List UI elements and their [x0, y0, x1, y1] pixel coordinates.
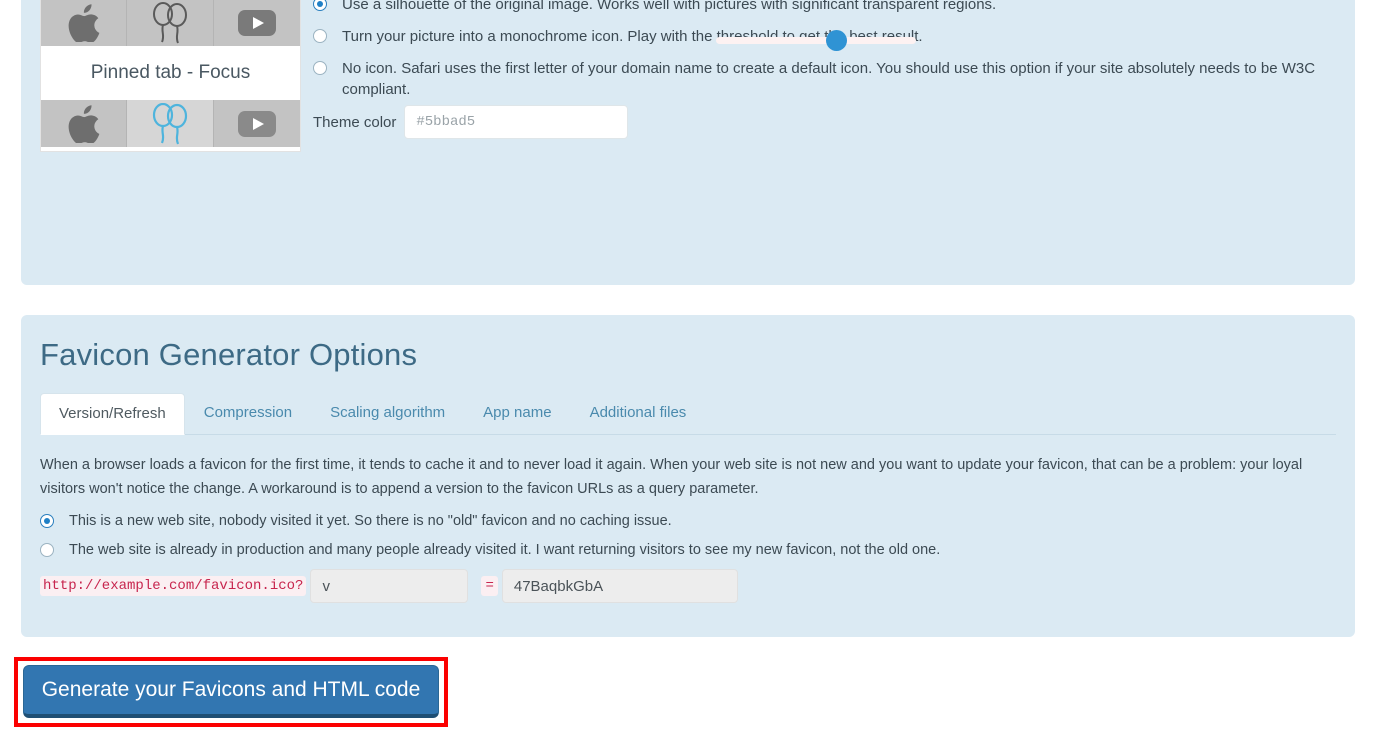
pinned-tab-label: Pinned tab - Focus — [41, 46, 300, 100]
tab-app-name[interactable]: App name — [464, 392, 570, 434]
favicon-url-prefix: http://example.com/favicon.ico? — [40, 576, 307, 596]
theme-color-row: Theme color #5bbad5 — [313, 105, 629, 139]
radio-monochrome[interactable] — [313, 29, 327, 43]
generator-tabs: Version/Refresh Compression Scaling algo… — [40, 393, 1336, 435]
option-new-site-label: This is a new web site, nobody visited i… — [69, 513, 672, 529]
theme-color-input[interactable]: #5bbad5 — [404, 105, 629, 139]
preview-tabs-row-1 — [41, 0, 300, 46]
option-no-icon-label: No icon. Safari uses the first letter of… — [342, 60, 1316, 98]
generate-button[interactable]: Generate your Favicons and HTML code — [23, 665, 439, 718]
youtube-icon-cell — [214, 0, 300, 46]
tab-scaling-algorithm[interactable]: Scaling algorithm — [311, 392, 464, 434]
version-key-input[interactable]: v — [310, 569, 469, 603]
radio-silhouette[interactable] — [313, 0, 327, 11]
youtube-icon-cell-2 — [214, 100, 300, 147]
version-refresh-radios: This is a new web site, nobody visited i… — [40, 511, 1336, 569]
favicon-preview-card: Pinned tab - Focus — [40, 0, 301, 152]
favicon-generator-options-panel: Favicon Generator Options Version/Refres… — [21, 315, 1355, 637]
radio-no-icon[interactable] — [313, 61, 327, 75]
youtube-icon — [237, 9, 277, 37]
apple-icon-cell-2 — [41, 100, 128, 147]
balloons-icon-cell-active — [127, 100, 214, 147]
version-refresh-description: When a browser loads a favicon for the f… — [40, 457, 1303, 497]
apple-icon-cell — [41, 0, 128, 46]
equals-sign: = — [481, 576, 498, 596]
apple-icon — [67, 104, 101, 143]
theme-color-label: Theme color — [313, 113, 397, 131]
safari-options-panel: Pinned tab - Focus Use a silhouette of t… — [21, 0, 1355, 285]
threshold-slider-track[interactable] — [716, 37, 916, 44]
version-value-input[interactable]: 47BaqbkGbA — [501, 569, 738, 603]
option-silhouette-label: Use a silhouette of the original image. … — [342, 0, 997, 13]
radio-new-site[interactable] — [40, 514, 54, 528]
apple-icon — [67, 3, 101, 42]
page-title: Favicon Generator Options — [40, 337, 418, 372]
page-root: Pinned tab - Focus Use a silhouette of t… — [0, 0, 1383, 752]
option-existing-site-label: The web site is already in production an… — [69, 542, 941, 558]
option-silhouette[interactable]: Use a silhouette of the original image. … — [313, 0, 1343, 15]
touch-bar-label: Touch Bar — [41, 147, 300, 151]
tab-compression[interactable]: Compression — [185, 392, 311, 434]
version-query-row: http://example.com/favicon.ico? v = 47Ba… — [40, 569, 738, 603]
threshold-slider[interactable] — [716, 30, 916, 51]
threshold-slider-handle[interactable] — [826, 30, 847, 51]
youtube-icon — [237, 110, 277, 138]
balloons-icon — [150, 1, 190, 44]
balloons-icon-cell — [127, 0, 214, 46]
tab-version-refresh[interactable]: Version/Refresh — [40, 393, 185, 435]
option-no-icon[interactable]: No icon. Safari uses the first letter of… — [313, 58, 1343, 100]
balloons-icon — [150, 102, 190, 145]
option-existing-site[interactable]: The web site is already in production an… — [40, 540, 1336, 561]
option-new-site[interactable]: This is a new web site, nobody visited i… — [40, 511, 1336, 532]
safari-icon-options: Use a silhouette of the original image. … — [313, 0, 1343, 111]
preview-tabs-row-2 — [41, 100, 300, 147]
tab-additional-files[interactable]: Additional files — [571, 392, 706, 434]
radio-existing-site[interactable] — [40, 543, 54, 557]
